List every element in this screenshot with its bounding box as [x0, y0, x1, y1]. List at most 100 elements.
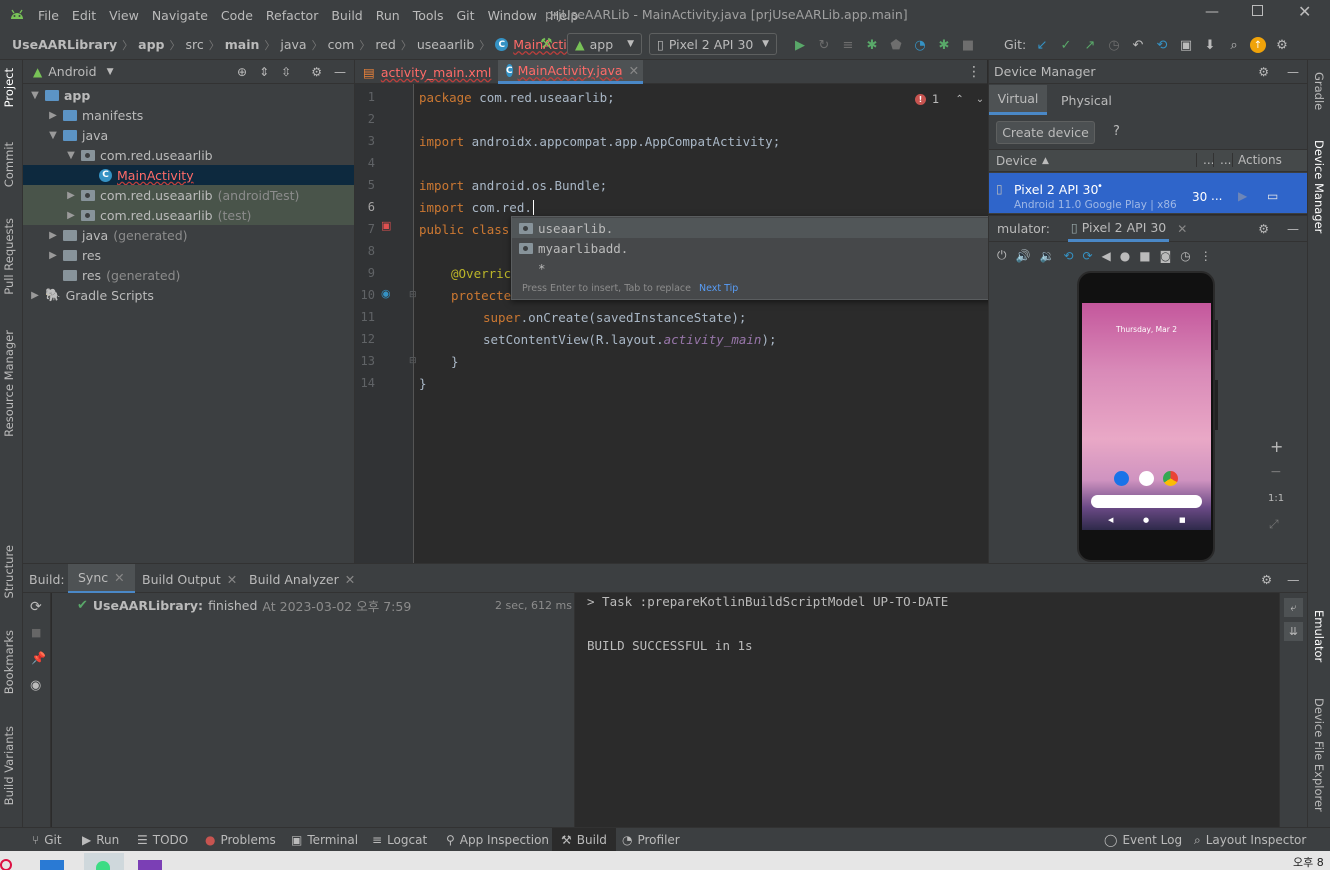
code-line-7[interactable]: public class — [419, 222, 509, 237]
chevron-right-icon[interactable]: ▶ — [29, 290, 41, 301]
tab-sync[interactable]: Sync ✕ — [68, 564, 135, 594]
tab-virtual[interactable]: Virtual — [989, 85, 1047, 115]
fit-screen-icon[interactable]: ⤢ — [1269, 517, 1279, 532]
completion-item[interactable]: useaarlib. — [512, 218, 998, 238]
scroll-to-end-icon[interactable]: ⇊ — [1284, 622, 1303, 641]
tab-emulator-device[interactable]: ▯ Pixel 2 API 30 — [1067, 216, 1170, 242]
profile-icon[interactable]: ◔ — [912, 37, 928, 53]
project-view-selector[interactable]: Android — [48, 64, 96, 79]
tree-item-package-test[interactable]: ▶ com.red.useaarlib (test) — [23, 205, 354, 225]
messages-app-icon[interactable] — [1114, 471, 1129, 486]
menu-view[interactable]: View — [109, 8, 139, 23]
tab-build-analyzer[interactable]: Build Analyzer ✕ — [249, 564, 355, 594]
tool-git[interactable]: ⑂ Git — [32, 828, 62, 852]
play-store-app-icon[interactable] — [1139, 471, 1154, 486]
volume-down-icon[interactable]: 🔉 — [1039, 249, 1054, 263]
stop-icon[interactable]: ■ — [960, 37, 976, 53]
sync-icon[interactable]: ⟳ — [30, 599, 42, 615]
launch-icon[interactable]: ▶ — [1238, 189, 1247, 203]
tree-item-app[interactable]: ▼ app — [23, 85, 354, 105]
hide-panel-icon[interactable]: — — [1287, 65, 1299, 79]
git-commit-icon[interactable]: ✓ — [1058, 37, 1074, 53]
pin-icon[interactable]: 📌 — [31, 651, 46, 665]
more-options-icon[interactable]: ⋮ — [1200, 249, 1212, 263]
tab-options-icon[interactable]: ⋮ — [967, 64, 981, 80]
menu-navigate[interactable]: Navigate — [152, 8, 208, 23]
collapse-all-icon[interactable]: ⇳ — [281, 65, 291, 79]
sdk-manager-icon[interactable]: ⬇ — [1202, 37, 1218, 53]
eye-icon[interactable]: ◉ — [30, 678, 41, 693]
column-api[interactable]: ... — [1196, 153, 1214, 167]
maximize-icon[interactable] — [1252, 5, 1263, 16]
chevron-right-icon[interactable]: ▶ — [65, 210, 77, 221]
tool-layout-inspector[interactable]: ⌕ Layout Inspector — [1194, 828, 1306, 852]
menu-edit[interactable]: Edit — [72, 8, 96, 23]
home-icon[interactable]: ● — [1120, 249, 1130, 263]
hide-panel-icon[interactable]: — — [334, 65, 346, 79]
tree-item-mainactivity[interactable]: C MainActivity — [23, 165, 354, 185]
vscode-app-icon[interactable] — [40, 860, 64, 870]
chevron-down-icon[interactable]: ▼ — [107, 67, 114, 77]
close-tab-icon[interactable]: ✕ — [629, 63, 639, 78]
tool-event-log[interactable]: ◯ Event Log — [1104, 828, 1182, 852]
close-tab-icon[interactable]: ✕ — [227, 572, 237, 587]
overview-icon[interactable]: ■ — [1179, 516, 1186, 524]
menu-code[interactable]: Code — [221, 8, 253, 23]
update-icon[interactable]: ↑ — [1250, 37, 1266, 53]
code-line-1[interactable]: package com.red.useaarlib; — [419, 90, 615, 105]
menu-build[interactable]: Build — [331, 8, 362, 23]
chevron-down-icon[interactable]: ▼ — [29, 90, 41, 101]
resource-manager-tool-tab[interactable]: Resource Manager — [2, 330, 16, 437]
inspection-widget[interactable]: ! 1 ⌃ ⌄ — [915, 92, 984, 106]
zoom-in-button[interactable]: + — [1270, 437, 1283, 456]
tab-build-output[interactable]: Build Output ✕ — [142, 564, 237, 594]
tree-item-manifests[interactable]: ▶ manifests — [23, 105, 354, 125]
breadcrumb-java[interactable]: java — [280, 37, 306, 52]
breadcrumb-main[interactable]: main — [225, 37, 260, 52]
code-line-9[interactable]: @Overric — [451, 266, 511, 281]
settings-icon[interactable]: ⚙ — [1274, 37, 1290, 53]
tab-mainactivity-java[interactable]: C MainActivity.java ✕ — [498, 60, 643, 84]
zoom-actual-size-button[interactable]: 1:1 — [1268, 493, 1284, 504]
overview-icon[interactable]: ■ — [1139, 249, 1150, 263]
breadcrumb-useaarlib[interactable]: useaarlib — [417, 37, 474, 52]
menu-tools[interactable]: Tools — [413, 8, 444, 23]
tool-app-inspection[interactable]: ⚲ App Inspection — [446, 828, 549, 852]
device-selector[interactable]: ▯ Pixel 2 API 30 ▼ — [649, 33, 777, 55]
close-tab-icon[interactable]: ✕ — [345, 572, 355, 587]
search-icon[interactable]: ⌕ — [1226, 37, 1242, 53]
gear-icon[interactable]: ⚙ — [1261, 564, 1272, 594]
apply-code-icon[interactable]: ≡ — [840, 37, 856, 53]
menu-file[interactable]: File — [38, 8, 59, 23]
tree-item-package[interactable]: ▼ com.red.useaarlib — [23, 145, 354, 165]
menu-run[interactable]: Run — [376, 8, 400, 23]
gear-icon[interactable]: ⚙ — [1258, 65, 1269, 79]
camera-icon[interactable]: ◙ — [1160, 249, 1172, 263]
device-file-explorer-tool-tab[interactable]: Device File Explorer — [1312, 698, 1326, 812]
column-device[interactable]: Device — [996, 154, 1037, 168]
project-tool-tab[interactable]: Project — [2, 68, 16, 107]
create-device-button[interactable]: Create device — [996, 121, 1095, 144]
code-line-6[interactable]: import com.red. — [419, 200, 542, 215]
menu-window[interactable]: Window — [488, 8, 537, 23]
commit-tool-tab[interactable]: Commit — [2, 142, 16, 187]
gear-icon[interactable]: ⚙ — [311, 65, 322, 79]
column-size[interactable]: ... — [1213, 153, 1231, 167]
chevron-right-icon[interactable]: ▶ — [47, 250, 59, 261]
code-line-13[interactable]: } — [451, 354, 459, 369]
minimize-icon[interactable]: — — [1205, 4, 1219, 20]
breadcrumb-module[interactable]: app — [138, 37, 164, 52]
tree-item-gradle-scripts[interactable]: ▶ 🐘 Gradle Scripts — [23, 285, 354, 305]
run-icon[interactable]: ▶ — [792, 37, 808, 53]
back-icon[interactable]: ◀ — [1108, 516, 1113, 524]
phone-screen[interactable]: Thursday, Mar 2 ◀ ● ■ — [1082, 303, 1211, 530]
menu-git[interactable]: Git — [457, 8, 475, 23]
chevron-right-icon[interactable]: ▶ — [47, 110, 59, 121]
gear-icon[interactable]: ⚙ — [1258, 222, 1269, 236]
code-line-14[interactable]: } — [419, 376, 427, 391]
zoom-out-button[interactable]: − — [1270, 464, 1282, 480]
code-line-10[interactable]: protecte — [451, 288, 511, 303]
debug-attach-icon[interactable]: ✱ — [936, 37, 952, 53]
chevron-right-icon[interactable]: ▶ — [65, 190, 77, 201]
tool-build[interactable]: ⚒ Build — [552, 828, 616, 852]
